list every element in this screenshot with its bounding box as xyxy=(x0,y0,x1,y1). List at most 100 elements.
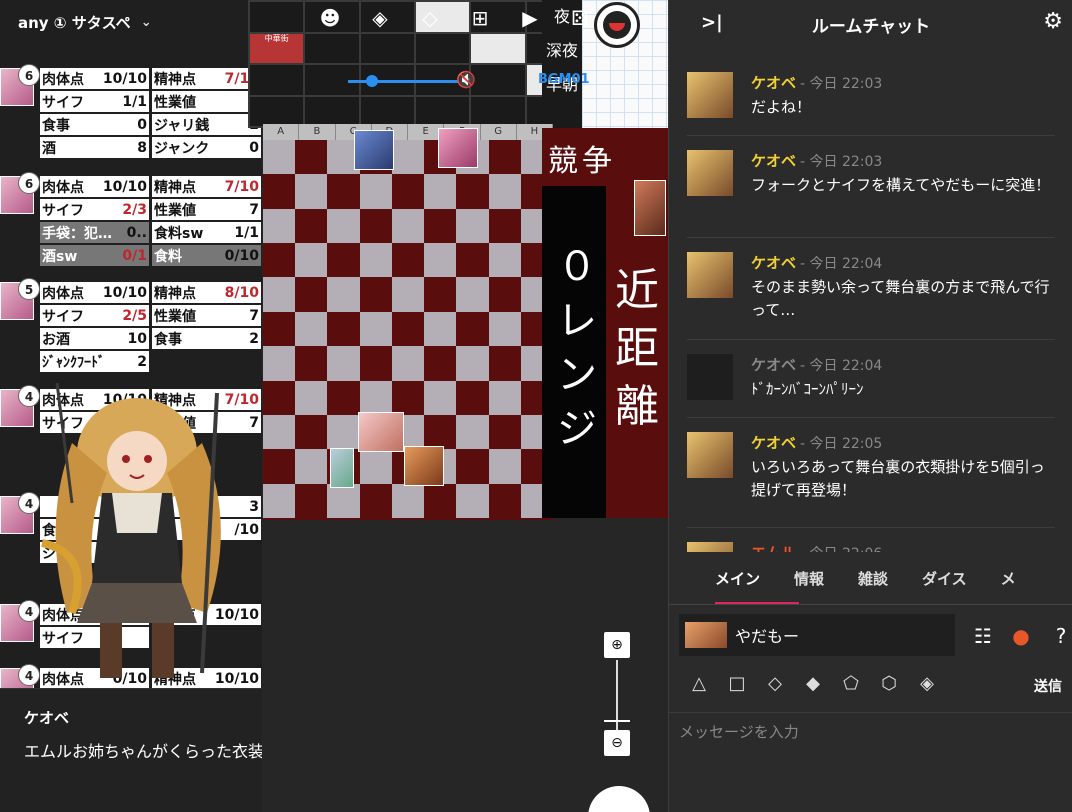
board-square[interactable] xyxy=(327,414,360,450)
chat-message[interactable]: ケオベ - 今日 22:04 そのまま勢い余って舞台裏の方まで飛んで行って… xyxy=(687,238,1055,340)
layers-outline-icon[interactable]: ◇ xyxy=(418,6,442,30)
chat-message-list[interactable]: ケオベ - 今日 22:03 だよね！ ケオベ - 今日 22:03 フォークとナイフを構… xyxy=(669,58,1072,552)
board-square[interactable] xyxy=(424,208,457,244)
zoom-out-button[interactable]: ⊖ xyxy=(604,730,630,756)
room-selector[interactable]: any ① サタスペ ⌄ xyxy=(0,0,262,44)
board-square[interactable] xyxy=(424,346,457,381)
board-square[interactable] xyxy=(456,311,489,347)
chat-tab[interactable]: メ xyxy=(1001,568,1016,589)
layers-icon[interactable]: ◈ xyxy=(368,6,392,30)
chat-tab[interactable]: 雑談 xyxy=(858,568,888,589)
board-square[interactable] xyxy=(263,208,296,244)
media-icon[interactable]: ▶ xyxy=(518,6,542,30)
board-square[interactable] xyxy=(391,174,425,209)
stat-cell[interactable]: お酒 10 xyxy=(40,328,149,349)
board-piece[interactable] xyxy=(358,412,404,452)
board-square[interactable] xyxy=(456,243,489,278)
stat-cell[interactable]: 性業値7 xyxy=(152,199,261,220)
board-square[interactable] xyxy=(295,208,328,244)
d20-icon[interactable]: ⬡ xyxy=(877,672,901,696)
board-square[interactable] xyxy=(488,380,521,415)
board-square[interactable] xyxy=(488,483,521,518)
board-square[interactable] xyxy=(295,449,328,484)
stat-cell[interactable]: 酒8 xyxy=(40,137,149,158)
board-square[interactable] xyxy=(295,140,328,175)
board-piece[interactable] xyxy=(404,446,444,486)
board-square[interactable] xyxy=(456,174,489,209)
board-square[interactable] xyxy=(391,208,425,244)
board-square[interactable] xyxy=(391,380,425,415)
chat-message[interactable]: ケオベ - 今日 22:03 だよね！ xyxy=(687,58,1055,136)
board-square[interactable] xyxy=(488,208,521,244)
board-square[interactable] xyxy=(359,208,392,244)
board-square[interactable] xyxy=(456,414,489,450)
board-piece[interactable] xyxy=(634,180,666,236)
board-square[interactable] xyxy=(488,174,521,209)
stat-cell[interactable]: ジャリ銭2 xyxy=(152,114,261,135)
d12-icon[interactable]: ⬠ xyxy=(839,672,863,696)
d4-icon[interactable]: △ xyxy=(687,672,711,696)
stat-cell[interactable]: ｼﾞｬﾝｸﾌｰﾄﾞ 2 xyxy=(40,351,149,372)
board-square[interactable] xyxy=(359,277,392,312)
mute-icon[interactable]: 🔇 xyxy=(456,70,476,89)
board-square[interactable] xyxy=(327,208,360,244)
board-piece[interactable] xyxy=(438,128,478,168)
board-square[interactable] xyxy=(295,277,328,312)
board-square[interactable] xyxy=(488,414,521,450)
board-square[interactable] xyxy=(488,311,521,347)
board-square[interactable] xyxy=(391,346,425,381)
stat-cell[interactable]: 肉体点 10/10 xyxy=(40,176,149,197)
board-square[interactable] xyxy=(327,174,360,209)
stat-cell[interactable]: サイフ 2/3 xyxy=(40,199,149,220)
board-square[interactable] xyxy=(295,174,328,209)
board-square[interactable] xyxy=(456,346,489,381)
board-square[interactable] xyxy=(391,277,425,312)
app-logo-button[interactable] xyxy=(594,2,640,48)
stat-cell[interactable]: 手袋：犯… 0.. xyxy=(40,222,149,243)
board-square[interactable] xyxy=(327,380,360,415)
board-square[interactable] xyxy=(359,346,392,381)
chat-tab[interactable]: メイン xyxy=(715,568,760,589)
board-square[interactable] xyxy=(295,483,328,518)
stat-cell[interactable]: 精神点 7/10 xyxy=(152,68,261,89)
board-square[interactable] xyxy=(456,483,489,518)
board-square[interactable] xyxy=(391,483,425,518)
add-panel-icon[interactable]: ⊞ xyxy=(468,6,492,30)
board-square[interactable] xyxy=(488,140,521,175)
chat-message[interactable]: ケオベ - 今日 22:05 いろいろあって舞台裏の衣類掛けを5個引っ提げて再登場！ xyxy=(687,418,1055,528)
character-icon[interactable]: ☻ xyxy=(318,6,342,30)
gear-icon[interactable]: ⚙ xyxy=(1043,9,1063,34)
board-square[interactable] xyxy=(295,243,328,278)
chat-message[interactable]: ケオベ - 今日 22:04 ﾄﾞｶｰﾝﾊﾞｺｰﾝﾊﾟﾘｰﾝ xyxy=(687,340,1055,418)
speaker-selector[interactable]: やだもー xyxy=(679,614,955,656)
board-square[interactable] xyxy=(456,208,489,244)
board-square[interactable] xyxy=(327,311,360,347)
board-square[interactable] xyxy=(488,449,521,484)
board-square[interactable] xyxy=(263,277,296,312)
board-square[interactable] xyxy=(263,414,296,450)
board-square[interactable] xyxy=(295,414,328,450)
board-square[interactable] xyxy=(327,277,360,312)
board-square[interactable] xyxy=(263,346,296,381)
chat-message[interactable]: ケオベ - 今日 22:03 フォークとナイフを構えてやだもーに突進！ xyxy=(687,136,1055,238)
board-square[interactable] xyxy=(488,243,521,278)
zoom-handle[interactable] xyxy=(604,720,630,722)
message-input[interactable]: メッセージを入力 xyxy=(669,712,1072,812)
board-square[interactable] xyxy=(295,311,328,347)
board-piece[interactable] xyxy=(354,130,394,170)
stat-cell[interactable]: 精神点 8/10 xyxy=(152,282,261,303)
board-square[interactable] xyxy=(263,311,296,347)
board-square[interactable] xyxy=(263,243,296,278)
chat-tab[interactable]: ダイス xyxy=(922,568,967,589)
board-square[interactable] xyxy=(359,449,392,484)
board-square[interactable] xyxy=(391,311,425,347)
stat-cell[interactable]: 性業値7 xyxy=(152,305,261,326)
board-square[interactable] xyxy=(456,380,489,415)
board-square[interactable] xyxy=(424,414,457,450)
stat-cell[interactable]: 食料 0/10 xyxy=(152,245,261,266)
stat-cell[interactable]: 食事 2 xyxy=(152,328,261,349)
board-square[interactable] xyxy=(263,380,296,415)
stat-cell[interactable]: サイフ 1/1 xyxy=(40,91,149,112)
board-square[interactable] xyxy=(359,243,392,278)
board-square[interactable] xyxy=(295,346,328,381)
